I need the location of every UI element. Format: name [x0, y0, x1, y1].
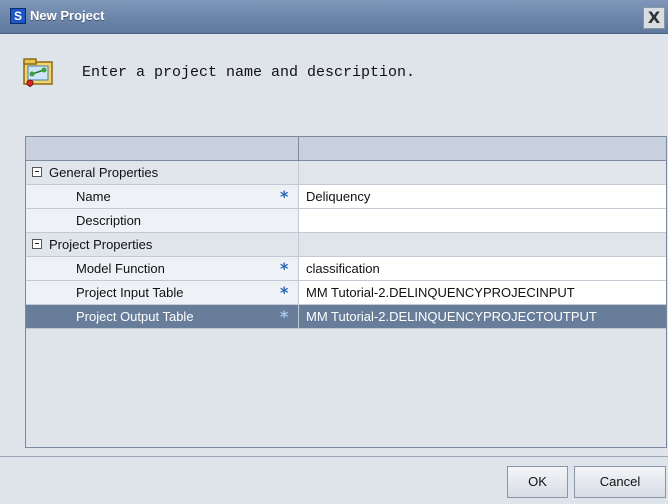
new-project-dialog: S New Project X Enter a project name and…: [0, 0, 668, 504]
property-row-model-function[interactable]: Model Function * classification: [26, 257, 666, 281]
title-bar[interactable]: S New Project X: [0, 0, 668, 34]
category-row-general-properties[interactable]: General Properties: [26, 161, 666, 185]
close-button[interactable]: X: [643, 7, 665, 29]
property-value: MM Tutorial-2.DELINQUENCYPROJECINPUT: [306, 285, 575, 300]
property-value: classification: [306, 261, 380, 276]
property-label: Name: [76, 189, 111, 204]
collapse-icon[interactable]: [32, 167, 42, 177]
dialog-footer: OK Cancel: [0, 456, 668, 504]
category-label: Project Properties: [49, 237, 153, 252]
collapse-icon[interactable]: [32, 239, 42, 249]
property-label: Project Output Table: [76, 309, 194, 324]
category-value-cell: [299, 161, 666, 184]
required-icon: *: [280, 259, 289, 278]
property-label: Model Function: [76, 261, 165, 276]
property-row-project-output-table[interactable]: Project Output Table * MM Tutorial-2.DEL…: [26, 305, 666, 329]
properties-grid: General Properties Name * Deliquency Des…: [25, 136, 667, 448]
dialog-header: Enter a project name and description.: [0, 34, 668, 120]
property-row-name[interactable]: Name * Deliquency: [26, 185, 666, 209]
category-cell: General Properties: [26, 161, 299, 184]
window-title: New Project: [30, 8, 105, 23]
description-field[interactable]: [299, 209, 666, 232]
model-function-field[interactable]: classification: [299, 257, 666, 280]
property-label-cell: Name *: [26, 185, 299, 208]
property-label: Description: [76, 213, 142, 228]
property-value: MM Tutorial-2.DELINQUENCYPROJECTOUTPUT: [306, 309, 597, 324]
category-row-project-properties[interactable]: Project Properties: [26, 233, 666, 257]
instruction-text: Enter a project name and description.: [82, 64, 416, 81]
property-row-description[interactable]: Description: [26, 209, 666, 233]
property-row-project-input-table[interactable]: Project Input Table * MM Tutorial-2.DELI…: [26, 281, 666, 305]
property-value: Deliquency: [306, 189, 371, 204]
category-cell: Project Properties: [26, 233, 299, 256]
property-label-cell: Project Input Table *: [26, 281, 299, 304]
project-input-table-field[interactable]: MM Tutorial-2.DELINQUENCYPROJECINPUT: [299, 281, 666, 304]
ok-button[interactable]: OK: [507, 466, 568, 498]
project-output-table-field[interactable]: MM Tutorial-2.DELINQUENCYPROJECTOUTPUT: [299, 305, 666, 328]
property-label-cell: Model Function *: [26, 257, 299, 280]
property-label-cell: Description: [26, 209, 299, 232]
column-header-property[interactable]: [26, 137, 299, 160]
category-value-cell: [299, 233, 666, 256]
grid-header: [26, 137, 666, 161]
property-label: Project Input Table: [76, 285, 184, 300]
required-icon: *: [280, 283, 289, 302]
category-label: General Properties: [49, 165, 159, 180]
required-icon: *: [280, 187, 289, 206]
cancel-button[interactable]: Cancel: [574, 466, 666, 498]
name-field[interactable]: Deliquency: [299, 185, 666, 208]
sas-app-icon: S: [10, 8, 26, 24]
project-wizard-icon: [23, 58, 53, 87]
property-label-cell: Project Output Table *: [26, 305, 299, 328]
required-icon: *: [280, 307, 289, 326]
column-header-value[interactable]: [299, 137, 666, 160]
